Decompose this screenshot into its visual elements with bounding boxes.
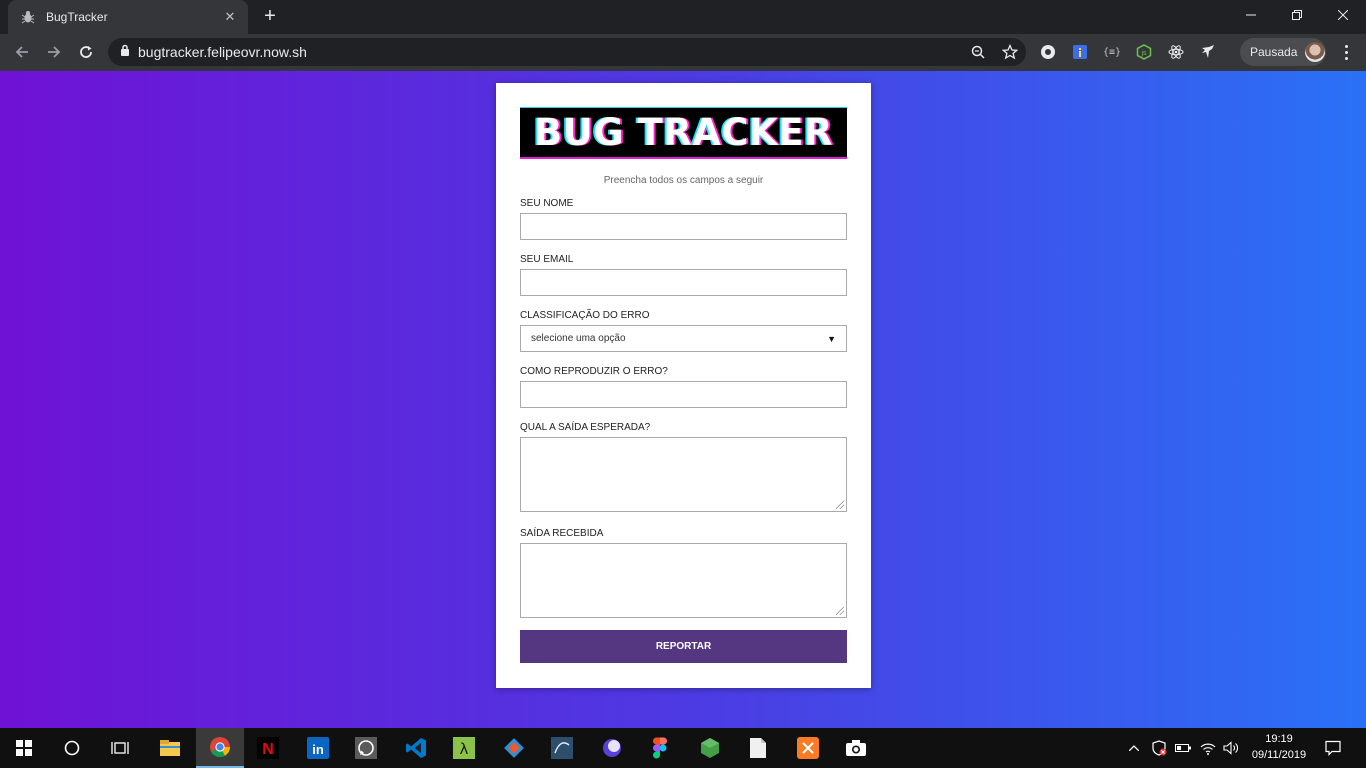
task-view-icon[interactable]	[96, 728, 144, 768]
reload-button[interactable]	[72, 38, 100, 66]
email-label: SEU EMAIL	[520, 254, 574, 265]
classification-selected-value: selecione uma opção	[531, 333, 626, 344]
close-window-button[interactable]	[1320, 0, 1366, 30]
battery-icon[interactable]	[1172, 728, 1194, 768]
profile-status: Pausada	[1250, 45, 1298, 59]
extension-info-icon[interactable]	[1070, 42, 1090, 62]
browser-toolbar: bugtracker.felipeovr.now.sh {≡} js Pausa…	[0, 34, 1366, 71]
cube-app-icon[interactable]	[686, 728, 734, 768]
bug-tracker-logo: BUG TRACKER	[520, 107, 847, 159]
address-bar[interactable]: bugtracker.felipeovr.now.sh	[108, 38, 1026, 66]
expected-output-label: QUAL A SAÍDA ESPERADA?	[520, 422, 651, 433]
bug-report-form: BUG TRACKER Preencha todos os campos a s…	[496, 83, 871, 688]
classification-select[interactable]: selecione uma opção ▼	[520, 325, 847, 352]
notification-center-icon[interactable]	[1318, 728, 1348, 768]
bookmark-star-icon[interactable]	[994, 38, 1026, 66]
lock-icon	[120, 43, 130, 61]
tab-title: BugTracker	[46, 10, 108, 24]
minimize-button[interactable]	[1228, 0, 1274, 30]
windows-taskbar: N in λ 19:19 09/11/2019	[0, 728, 1366, 768]
camera-app-icon[interactable]	[832, 728, 880, 768]
email-input[interactable]	[520, 269, 847, 296]
reproduce-input[interactable]	[520, 381, 847, 408]
form-subtitle: Preencha todos os campos a seguir	[603, 175, 764, 186]
extension-bird-icon[interactable]	[1198, 42, 1218, 62]
svg-text:js: js	[1140, 50, 1147, 57]
tab-strip: BugTracker ✕ +	[0, 0, 1366, 34]
volume-icon[interactable]	[1220, 728, 1242, 768]
svg-text:λ: λ	[460, 740, 469, 758]
report-button[interactable]: REPORTAR	[520, 630, 847, 663]
document-app-icon[interactable]	[734, 728, 782, 768]
extension-node-icon[interactable]: js	[1134, 42, 1154, 62]
logo-text: BUG TRACKER	[534, 111, 833, 154]
search-circle-icon[interactable]	[48, 728, 96, 768]
svg-text:in: in	[312, 742, 324, 757]
classification-label: CLASSIFICAÇÃO DO ERRO	[520, 310, 650, 321]
received-output-label: SAÍDA RECEBIDA	[520, 528, 604, 539]
name-label: SEU NOME	[520, 198, 574, 209]
dropdown-arrow-icon: ▼	[827, 333, 836, 344]
chrome-taskbar-icon[interactable]	[196, 728, 244, 768]
close-tab-icon[interactable]: ✕	[222, 9, 238, 25]
resize-grip-icon[interactable]	[836, 607, 844, 615]
moon-app-icon[interactable]	[588, 728, 636, 768]
profile-button[interactable]: Pausada	[1240, 38, 1326, 66]
resize-grip-icon[interactable]	[836, 501, 844, 509]
avatar	[1305, 42, 1326, 62]
browser-tab[interactable]: BugTracker ✕	[8, 0, 248, 34]
mysql-workbench-icon[interactable]	[538, 728, 586, 768]
gitkraken-icon[interactable]	[490, 728, 538, 768]
system-clock[interactable]: 19:19 09/11/2019	[1244, 731, 1314, 763]
reproduce-label: COMO REPRODUZIR O ERRO?	[520, 366, 668, 377]
zoom-icon[interactable]	[962, 38, 994, 66]
back-button[interactable]	[8, 38, 36, 66]
forward-button[interactable]	[40, 38, 68, 66]
extension-json-icon[interactable]: {≡}	[1102, 42, 1122, 62]
vscode-icon[interactable]	[392, 728, 440, 768]
antivirus-tray-icon[interactable]	[1148, 728, 1170, 768]
name-input[interactable]	[520, 213, 847, 240]
restore-button[interactable]	[1274, 0, 1320, 30]
figma-icon[interactable]	[636, 728, 684, 768]
more-menu-icon[interactable]	[1336, 42, 1356, 62]
file-explorer-icon[interactable]	[146, 728, 194, 768]
new-tab-button[interactable]: +	[258, 5, 282, 29]
start-button[interactable]	[0, 728, 48, 768]
extension-circle-icon[interactable]	[1038, 42, 1058, 62]
url-text: bugtracker.felipeovr.now.sh	[138, 44, 307, 60]
lambda-app-icon[interactable]: λ	[440, 728, 488, 768]
received-output-textarea[interactable]	[520, 543, 847, 618]
clock-date: 09/11/2019	[1251, 749, 1307, 761]
extension-react-icon[interactable]	[1166, 42, 1186, 62]
expected-output-textarea[interactable]	[520, 437, 847, 512]
page-background: BUG TRACKER Preencha todos os campos a s…	[0, 71, 1366, 728]
clock-time: 19:19	[1265, 733, 1293, 745]
linkedin-icon[interactable]: in	[294, 728, 342, 768]
netflix-icon[interactable]: N	[244, 728, 292, 768]
whatsapp-icon[interactable]	[342, 728, 390, 768]
show-hidden-icons[interactable]	[1124, 728, 1144, 768]
svg-text:N: N	[262, 741, 274, 758]
bug-icon	[20, 9, 36, 25]
xampp-icon[interactable]	[784, 728, 832, 768]
wifi-icon[interactable]	[1196, 728, 1220, 768]
